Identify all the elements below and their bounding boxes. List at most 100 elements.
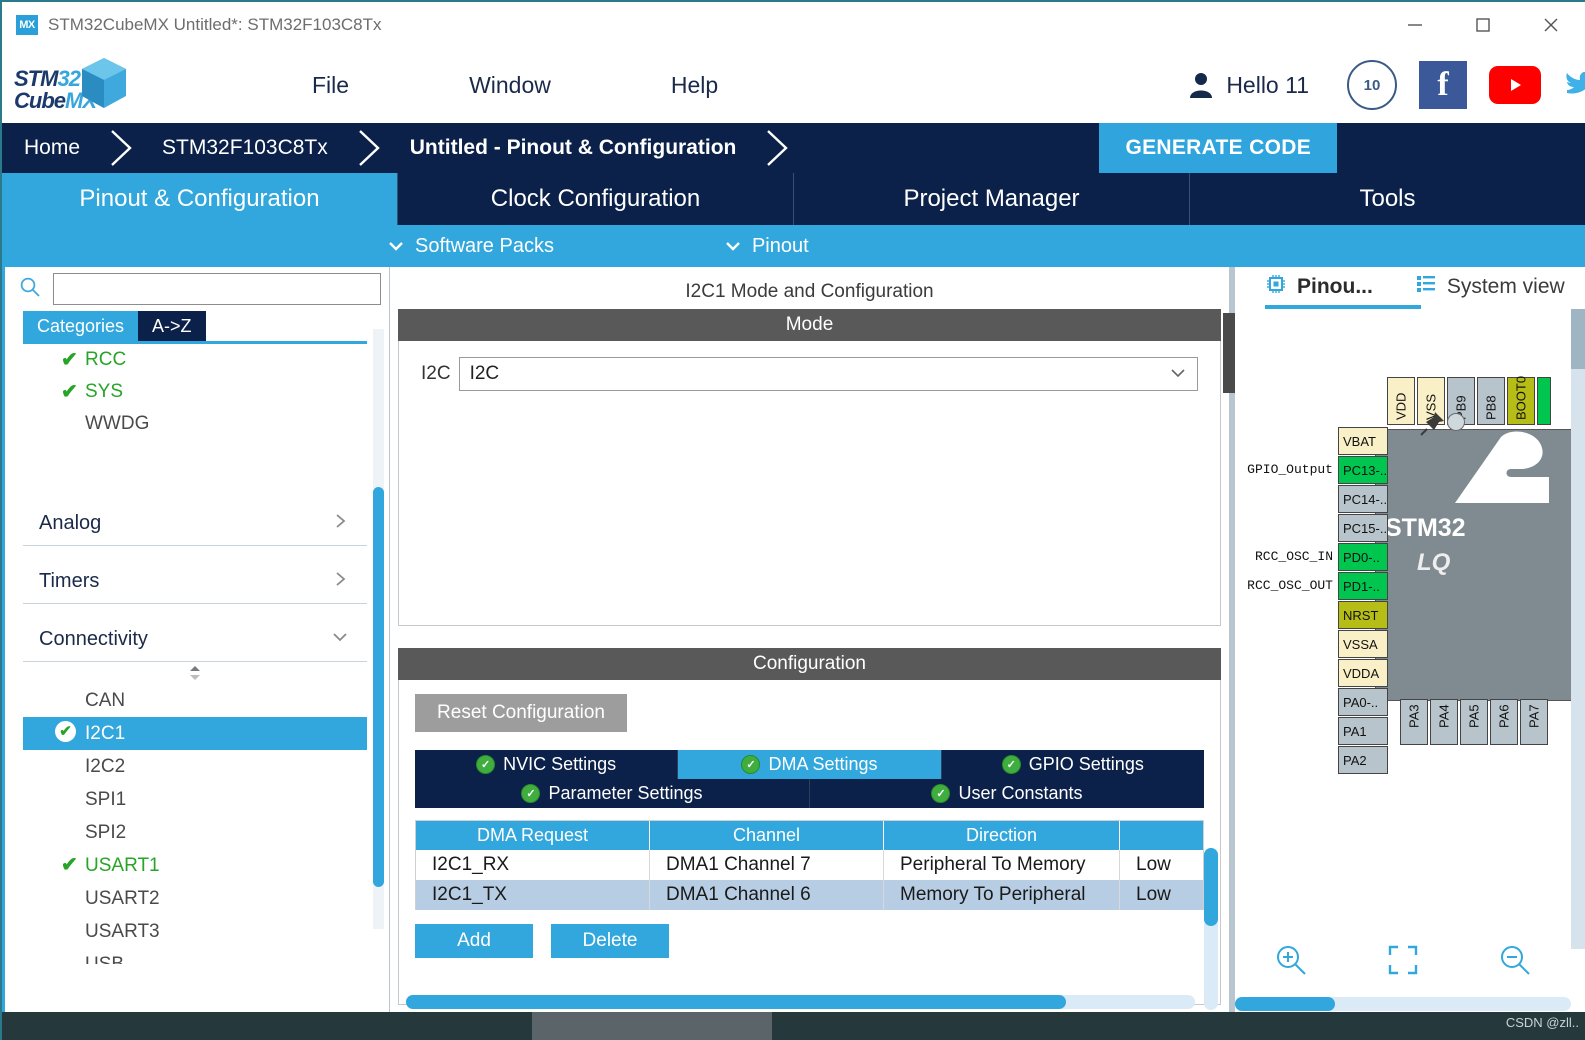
zoom-out-icon[interactable]: [1498, 943, 1532, 982]
pin-pa6[interactable]: PA6: [1490, 699, 1518, 745]
breadcrumb-mcu[interactable]: STM32F103C8Tx: [140, 123, 354, 173]
breadcrumb-home[interactable]: Home: [2, 123, 106, 173]
menu-file[interactable]: File: [252, 72, 409, 99]
pin-vdd[interactable]: VDD: [1387, 377, 1415, 425]
tab-pinout-view[interactable]: Pinou...: [1265, 273, 1373, 301]
pinout-horizontal-scrollbar-thumb[interactable]: [1235, 997, 1335, 1011]
tab-system-view[interactable]: System view: [1415, 274, 1565, 300]
peripheral-spi1-label: SPI1: [85, 789, 127, 810]
column-header-direction[interactable]: Direction: [884, 821, 1120, 850]
peripheral-spi1[interactable]: SPI1: [23, 783, 367, 816]
user-name-label: Hello 11: [1226, 71, 1309, 98]
maximize-icon[interactable]: [1449, 2, 1517, 47]
add-button[interactable]: Add: [415, 924, 533, 958]
tab-gpio-settings[interactable]: ✓ GPIO Settings: [941, 750, 1204, 779]
search-input[interactable]: [53, 273, 381, 305]
menu-window[interactable]: Window: [409, 72, 611, 99]
twitter-icon[interactable]: [1563, 65, 1585, 105]
pin-pc13[interactable]: PC13-..: [1338, 456, 1388, 484]
peripheral-wwdg[interactable]: WWDG: [23, 408, 367, 440]
peripheral-usart2[interactable]: USART2: [23, 882, 367, 915]
pin-pa2[interactable]: PA2: [1338, 746, 1388, 774]
column-header-priority[interactable]: [1120, 821, 1203, 850]
breadcrumb-current[interactable]: Untitled - Pinout & Configuration: [388, 123, 763, 173]
tab-tools[interactable]: Tools: [1190, 173, 1585, 225]
peripheral-sys[interactable]: ✔ SYS: [23, 376, 367, 408]
software-packs-menu[interactable]: Software Packs: [387, 235, 554, 258]
pinout-vertical-scrollbar[interactable]: [1571, 309, 1585, 949]
pin-pa3[interactable]: PA3: [1400, 699, 1428, 745]
chip-diagram[interactable]: STM32 LQ VDD VSS PB9 PB8 BOOT0 VBAT PC13…: [1235, 309, 1571, 949]
tab-project-manager[interactable]: Project Manager: [794, 173, 1190, 225]
column-header-dma-request[interactable]: DMA Request: [416, 821, 650, 850]
pinout-vertical-scrollbar-thumb[interactable]: [1571, 309, 1585, 369]
title-bar: MX STM32CubeMX Untitled*: STM32F103C8Tx: [2, 2, 1585, 47]
pin-boot0[interactable]: BOOT0: [1507, 376, 1535, 425]
pinout-menu[interactable]: Pinout: [724, 235, 809, 258]
anniversary-badge-icon[interactable]: 10: [1347, 60, 1397, 110]
pin-top-extra[interactable]: [1537, 377, 1551, 425]
close-icon[interactable]: [1517, 2, 1585, 47]
minimize-icon[interactable]: [1381, 2, 1449, 47]
configuration-horizontal-scrollbar-thumb[interactable]: [406, 995, 1066, 1009]
tab-nvic-settings[interactable]: ✓ NVIC Settings: [415, 750, 679, 779]
social-links: 10 f: [1347, 60, 1585, 110]
i2c-mode-select[interactable]: I2C: [458, 357, 1198, 391]
peripheral-spi2[interactable]: SPI2: [23, 816, 367, 849]
sidebar-scrollbar[interactable]: [373, 329, 384, 929]
pin-pa4[interactable]: PA4: [1430, 699, 1458, 745]
group-analog[interactable]: Analog: [23, 502, 367, 546]
tab-pinout-configuration[interactable]: Pinout & Configuration: [2, 173, 398, 225]
pin-nrst[interactable]: NRST: [1338, 601, 1388, 629]
pin-pc15[interactable]: PC15-..: [1338, 514, 1388, 542]
tab-a-to-z[interactable]: A->Z: [138, 311, 206, 341]
zoom-in-icon[interactable]: [1274, 943, 1308, 982]
peripheral-list: ✔ RCC ✔ SYS WWDG Analog Timers Connectiv…: [23, 344, 367, 964]
tab-parameter-settings[interactable]: ✓ Parameter Settings: [415, 779, 810, 808]
pin-pd1[interactable]: PD1-..: [1338, 572, 1388, 600]
peripheral-spi2-label: SPI2: [85, 822, 127, 843]
youtube-icon[interactable]: [1489, 66, 1541, 104]
pushpin-icon[interactable]: [1419, 409, 1447, 442]
group-connectivity[interactable]: Connectivity: [23, 618, 367, 662]
table-row[interactable]: I2C1_RX DMA1 Channel 7 Peripheral To Mem…: [416, 850, 1203, 880]
fit-screen-icon[interactable]: [1386, 943, 1420, 982]
peripheral-usart1[interactable]: ✔ USART1: [23, 849, 367, 882]
configuration-vertical-scrollbar[interactable]: [1204, 848, 1218, 1010]
pin-vdda[interactable]: VDDA: [1338, 659, 1388, 687]
sidebar-scrollbar-thumb[interactable]: [373, 487, 384, 887]
list-resize-handle[interactable]: [23, 662, 367, 684]
pin-pb8[interactable]: PB8: [1477, 377, 1505, 425]
peripheral-rcc[interactable]: ✔ RCC: [23, 344, 367, 376]
facebook-icon[interactable]: f: [1419, 61, 1467, 109]
peripheral-usb[interactable]: USB: [23, 948, 367, 964]
tab-dma-settings[interactable]: ✓ DMA Settings: [678, 750, 942, 779]
taskbar-window-preview[interactable]: [532, 1012, 772, 1040]
menu-help[interactable]: Help: [611, 72, 778, 99]
configuration-vertical-scrollbar-thumb[interactable]: [1204, 848, 1218, 926]
reset-configuration-button[interactable]: Reset Configuration: [415, 694, 627, 732]
peripheral-i2c2[interactable]: I2C2: [23, 750, 367, 783]
pin-pa5[interactable]: PA5: [1460, 699, 1488, 745]
pin-vbat[interactable]: VBAT: [1338, 427, 1388, 455]
tab-user-constants[interactable]: ✓ User Constants: [810, 779, 1204, 808]
pin-vssa[interactable]: VSSA: [1338, 630, 1388, 658]
peripheral-usart3[interactable]: USART3: [23, 915, 367, 948]
tab-categories[interactable]: Categories: [23, 311, 139, 341]
tab-clock-configuration[interactable]: Clock Configuration: [398, 173, 794, 225]
group-timers[interactable]: Timers: [23, 560, 367, 604]
peripheral-can[interactable]: CAN: [23, 684, 367, 717]
peripheral-i2c1[interactable]: ✔ I2C1: [23, 717, 367, 750]
configuration-panel: I2C1 Mode and Configuration Mode I2C I2C…: [390, 267, 1229, 1017]
column-header-channel[interactable]: Channel: [650, 821, 884, 850]
pin-pa1[interactable]: PA1: [1338, 717, 1388, 745]
generate-code-button[interactable]: GENERATE CODE: [1099, 123, 1337, 173]
pin-pd0[interactable]: PD0-..: [1338, 543, 1388, 571]
delete-button[interactable]: Delete: [551, 924, 669, 958]
pin-pc14[interactable]: PC14-..: [1338, 485, 1388, 513]
user-account[interactable]: Hello 11: [1188, 71, 1309, 99]
pin-pa7[interactable]: PA7: [1520, 699, 1548, 745]
pin-pa0[interactable]: PA0-..: [1338, 688, 1388, 716]
table-row[interactable]: I2C1_TX DMA1 Channel 6 Memory To Periphe…: [416, 880, 1203, 910]
zoom-toolbar: [1235, 939, 1571, 985]
